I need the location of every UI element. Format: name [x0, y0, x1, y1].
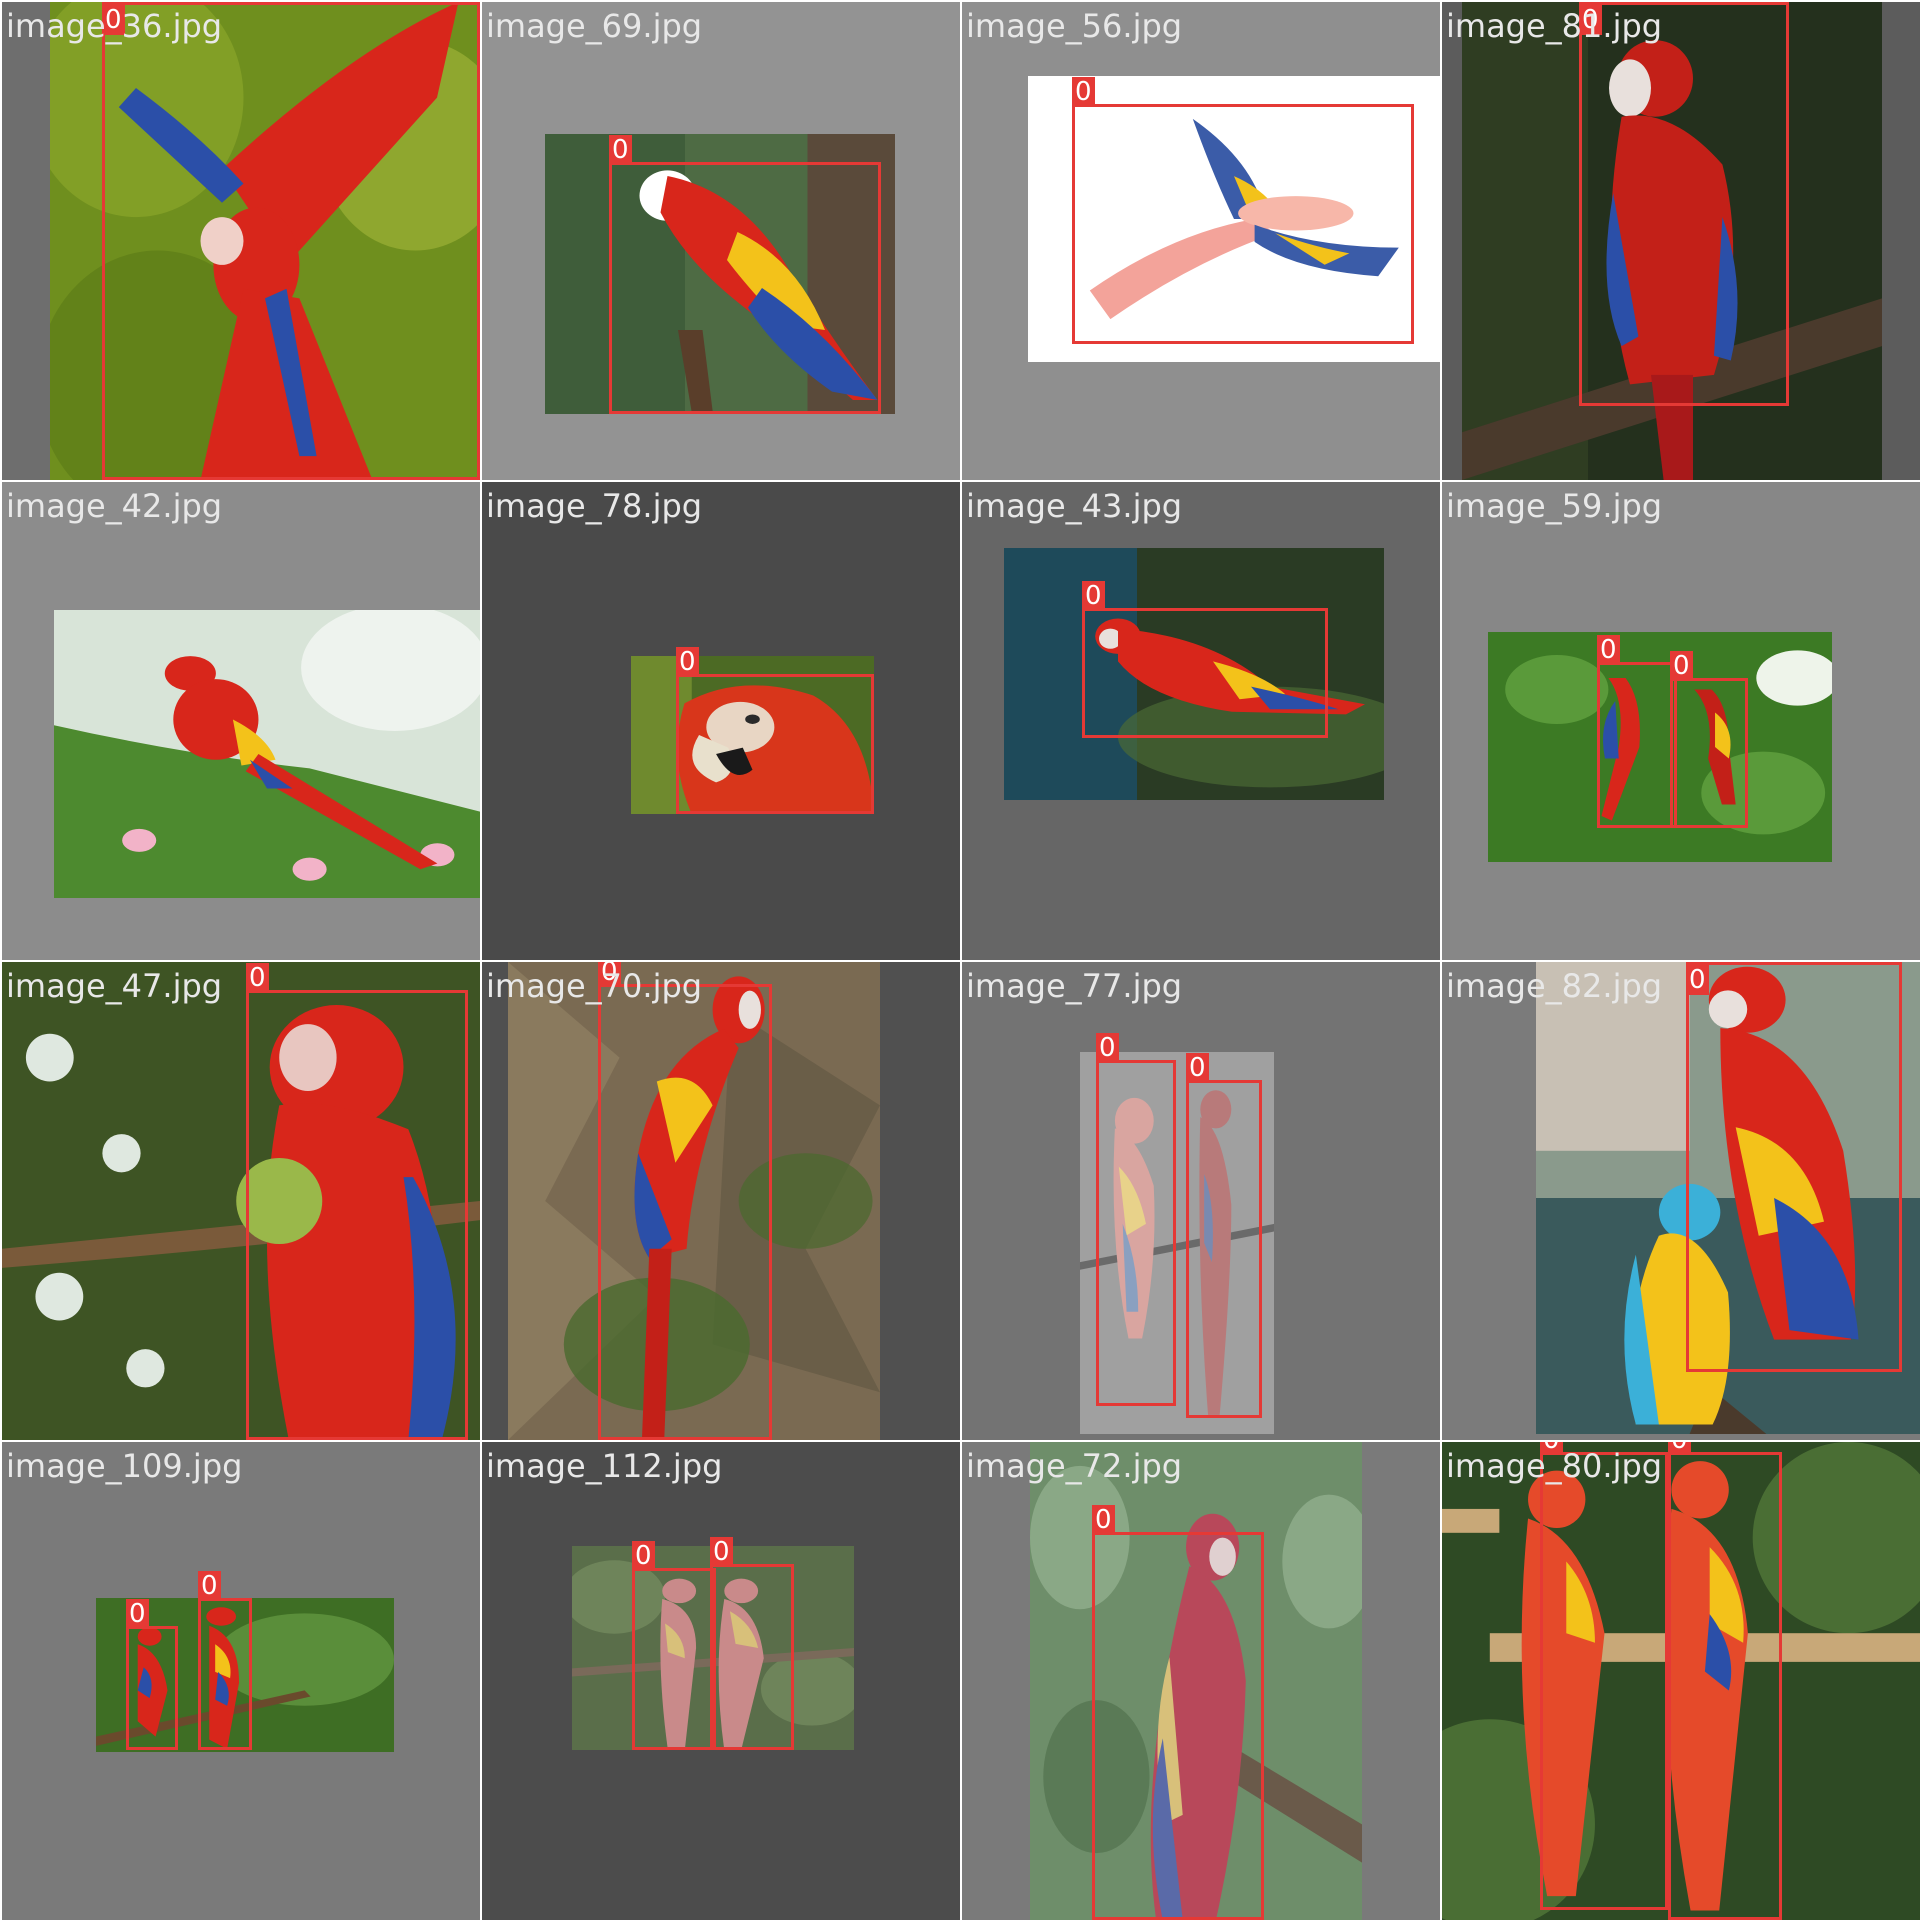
- tile-image-81: 0 image_81.jpg: [1442, 2, 1920, 480]
- tile-image-112: 0 0 image_112.jpg: [482, 1442, 960, 1920]
- image-filename: image_70.jpg: [486, 967, 703, 1005]
- tile-image-69: 0 image_69.jpg: [482, 2, 960, 480]
- photo: [631, 656, 874, 814]
- image-filename: image_77.jpg: [966, 967, 1183, 1005]
- image-filename: image_82.jpg: [1446, 967, 1663, 1005]
- macaw-photo: [50, 2, 480, 480]
- tile-image-78: 0 image_78.jpg: [482, 482, 960, 960]
- tile-image-72: 0 image_72.jpg: [962, 1442, 1440, 1920]
- macaw-photo: [1004, 548, 1384, 800]
- photo: [1028, 76, 1440, 362]
- photo: [96, 1598, 394, 1752]
- image-filename: image_59.jpg: [1446, 487, 1663, 525]
- macaw-photo: [1488, 632, 1832, 862]
- macaw-photo: [508, 962, 880, 1440]
- image-filename: image_56.jpg: [966, 7, 1183, 45]
- image-filename: image_36.jpg: [6, 7, 223, 45]
- photo: [1488, 632, 1832, 862]
- image-filename: image_69.jpg: [486, 7, 703, 45]
- tile-image-82: 0 image_82.jpg: [1442, 962, 1920, 1440]
- photo: [545, 134, 895, 414]
- image-filename: image_47.jpg: [6, 967, 223, 1005]
- image-filename: image_81.jpg: [1446, 7, 1663, 45]
- macaw-photo: [572, 1546, 854, 1750]
- macaw-photo: [1462, 2, 1882, 480]
- detection-label: 0: [198, 1571, 221, 1601]
- detection-grid: 0 image_36.jpg 0 image_69.jpg 0 image_56…: [0, 0, 1920, 1920]
- macaw-photo: [2, 962, 480, 1440]
- tile-image-56: 0 image_56.jpg: [962, 2, 1440, 480]
- tile-image-109: 0 0 image_109.jpg: [2, 1442, 480, 1920]
- photo: [1462, 2, 1882, 480]
- photo: [2, 962, 480, 1440]
- macaw-photo: [96, 1598, 394, 1752]
- tile-image-42: image_42.jpg: [2, 482, 480, 960]
- image-filename: image_112.jpg: [486, 1447, 723, 1485]
- photo: [572, 1546, 854, 1750]
- image-filename: image_78.jpg: [486, 487, 703, 525]
- macaw-photo: [54, 610, 480, 898]
- photo: [1442, 1442, 1920, 1920]
- photo: [1004, 548, 1384, 800]
- tile-image-43: 0 image_43.jpg: [962, 482, 1440, 960]
- photo: [1080, 1052, 1274, 1434]
- tile-image-80: 0 0 image_80.jpg: [1442, 1442, 1920, 1920]
- photo: [1536, 962, 1920, 1434]
- photo: [50, 2, 480, 480]
- image-filename: image_43.jpg: [966, 487, 1183, 525]
- tile-image-59: 0 0 image_59.jpg: [1442, 482, 1920, 960]
- macaw-photo: [1028, 76, 1440, 362]
- image-filename: image_80.jpg: [1446, 1447, 1663, 1485]
- macaw-photo: [1442, 1442, 1920, 1920]
- tile-image-70: 0 image_70.jpg: [482, 962, 960, 1440]
- tile-image-36: 0 image_36.jpg: [2, 2, 480, 480]
- photo: [508, 962, 880, 1440]
- macaw-photo: [631, 656, 874, 814]
- image-filename: image_72.jpg: [966, 1447, 1183, 1485]
- macaw-photo: [1080, 1052, 1274, 1434]
- macaw-photo: [545, 134, 895, 414]
- image-filename: image_109.jpg: [6, 1447, 243, 1485]
- macaw-photo: [1030, 1442, 1362, 1920]
- tile-image-77: 0 0 image_77.jpg: [962, 962, 1440, 1440]
- macaw-photo: [1536, 962, 1920, 1434]
- image-filename: image_42.jpg: [6, 487, 223, 525]
- photo: [54, 610, 480, 898]
- tile-image-47: 0 image_47.jpg: [2, 962, 480, 1440]
- photo: [1030, 1442, 1362, 1920]
